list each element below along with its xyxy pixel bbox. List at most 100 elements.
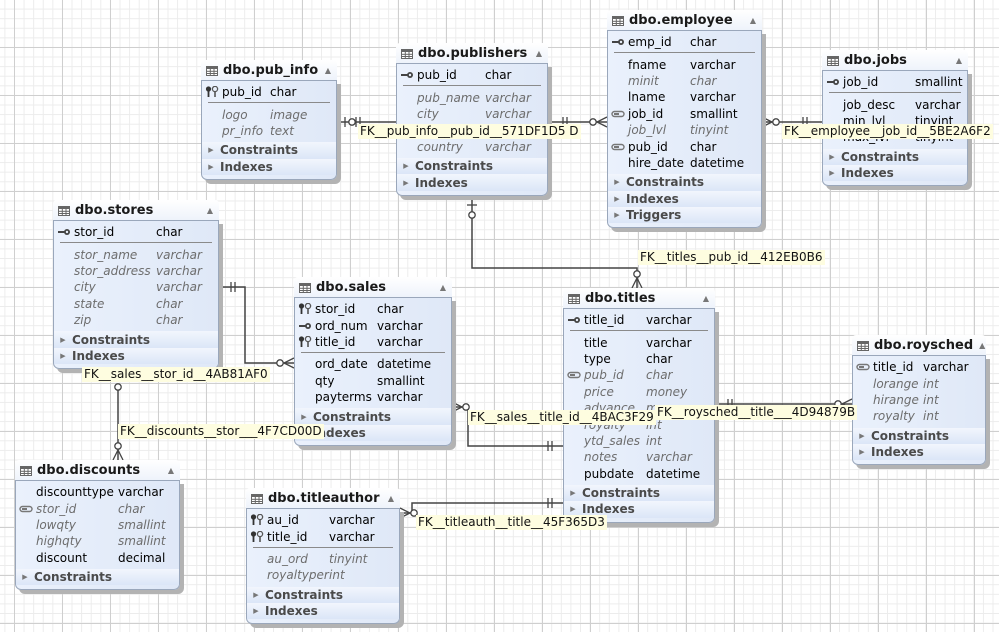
entity-header[interactable]: dbo.employee ▲ <box>607 10 762 30</box>
entity-header[interactable]: dbo.pub_info ▲ <box>201 60 337 80</box>
section-indexes[interactable]: ▶ Indexes <box>853 443 985 461</box>
collapse-icon[interactable]: ▲ <box>750 16 756 25</box>
fk-label-titles-publishers[interactable]: FK__titles__pub_id__412EB0B6 <box>638 250 825 265</box>
section-indexes[interactable]: ▶ Indexes <box>608 190 761 207</box>
column-row[interactable]: hire_date datetime <box>608 155 761 171</box>
section-constraints[interactable]: ▶ Constraints <box>397 157 547 175</box>
collapse-icon[interactable]: ▲ <box>207 206 213 215</box>
section-constraints[interactable]: ▶ Constraints <box>247 586 399 603</box>
column-row[interactable]: emp_id char <box>608 34 761 50</box>
column-row[interactable]: lorange int <box>853 375 985 391</box>
fk-label-pub-info-publishers[interactable]: FK__pub_info__pub_id__571DF1D5 D <box>358 124 581 139</box>
column-row[interactable]: city varchar <box>397 106 547 122</box>
column-row[interactable]: highqty smallint <box>16 533 179 549</box>
entity-employee[interactable]: dbo.employee ▲ emp_id char fname varchar minit… <box>607 10 762 229</box>
section-constraints[interactable]: ▶ Constraints <box>202 142 336 159</box>
column-row[interactable]: pubdate datetime <box>564 466 714 482</box>
column-row[interactable]: pub_id char <box>564 367 714 383</box>
column-row[interactable]: ord_date datetime <box>295 356 451 372</box>
entity-roysched[interactable]: dbo.roysched ▲ title_id varchar lorange int hi… <box>852 335 986 466</box>
column-row[interactable]: lowqty smallint <box>16 517 179 533</box>
column-row[interactable]: discount decimal <box>16 550 179 566</box>
column-row[interactable]: title_id varchar <box>564 312 714 328</box>
column-row[interactable]: job_id smallint <box>823 74 967 90</box>
section-indexes[interactable]: ▶ Indexes <box>202 158 336 175</box>
collapse-icon[interactable]: ▲ <box>388 494 394 503</box>
column-row[interactable]: stor_id char <box>54 224 218 240</box>
entity-header[interactable]: dbo.sales ▲ <box>294 277 452 297</box>
section-triggers[interactable]: ▶ Triggers <box>608 206 761 224</box>
fk-label-sales-titles[interactable]: FK__sales__title_id__4BAC3F29 <box>468 410 656 425</box>
entity-header[interactable]: dbo.discounts ▲ <box>15 460 180 480</box>
entity-header[interactable]: dbo.titles ▲ <box>563 288 715 308</box>
entity-header[interactable]: dbo.titleauthor ▲ <box>246 488 400 508</box>
column-row[interactable]: qty smallint <box>295 373 451 389</box>
column-row[interactable]: price money <box>564 384 714 400</box>
section-constraints[interactable]: ▶ Constraints <box>54 331 218 348</box>
collapse-icon[interactable]: ▲ <box>536 49 542 58</box>
section-constraints[interactable]: ▶ Constraints <box>608 174 761 191</box>
column-row[interactable]: ord_num varchar <box>295 317 451 333</box>
entity-titleauthor[interactable]: dbo.titleauthor ▲ au_id varchar title_id varc… <box>246 488 400 625</box>
relationship-line-sales-stores[interactable] <box>219 286 294 364</box>
column-row[interactable]: title_id varchar <box>853 359 985 375</box>
collapse-icon[interactable]: ▲ <box>440 283 446 292</box>
entity-header[interactable]: dbo.publishers ▲ <box>396 43 548 63</box>
entity-discounts[interactable]: dbo.discounts ▲ discounttype varchar stor_id… <box>15 460 180 591</box>
section-indexes[interactable]: ▶ Indexes <box>247 602 399 620</box>
entity-stores[interactable]: dbo.stores ▲ stor_id char stor_name varchar st… <box>53 200 219 370</box>
column-row[interactable]: country varchar <box>397 139 547 155</box>
section-constraints[interactable]: ▶ Constraints <box>564 484 714 502</box>
column-row[interactable]: job_desc varchar <box>823 96 967 112</box>
column-row[interactable]: royalty int <box>853 408 985 424</box>
column-row[interactable]: title_id varchar <box>247 528 399 544</box>
section-constraints[interactable]: ▶ Constraints <box>16 568 179 586</box>
section-constraints[interactable]: ▶ Constraints <box>823 148 967 165</box>
column-row[interactable]: hirange int <box>853 392 985 408</box>
section-indexes[interactable]: ▶ Indexes <box>397 174 547 191</box>
column-row[interactable]: minit char <box>608 73 761 89</box>
section-constraints[interactable]: ▶ Constraints <box>295 408 451 425</box>
relationship-line-titleauthor-titles[interactable] <box>400 502 563 514</box>
column-row[interactable]: pub_id char <box>397 67 547 83</box>
column-row[interactable]: title_id varchar <box>295 334 451 350</box>
column-row[interactable]: lname varchar <box>608 89 761 105</box>
fk-label-sales-stores[interactable]: FK__sales__stor_id__4AB81AF0 <box>82 367 270 382</box>
column-row[interactable]: au_id varchar <box>247 512 399 528</box>
column-row[interactable]: notes varchar <box>564 449 714 465</box>
column-row[interactable]: ytd_sales int <box>564 433 714 449</box>
fk-label-titleauthor-titles[interactable]: FK__titleauth__title__45F365D3 <box>416 515 607 530</box>
entity-header[interactable]: dbo.stores ▲ <box>53 200 219 220</box>
column-row[interactable]: pub_name varchar <box>397 89 547 105</box>
column-row[interactable]: stor_id char <box>295 301 451 317</box>
collapse-icon[interactable]: ▲ <box>979 341 985 350</box>
column-row[interactable]: logo image <box>202 106 336 122</box>
column-row[interactable]: job_id smallint <box>608 106 761 122</box>
collapse-icon[interactable]: ▲ <box>956 56 962 65</box>
section-constraints[interactable]: ▶ Constraints <box>853 427 985 444</box>
entity-pub-info[interactable]: dbo.pub_info ▲ pub_id char logo image pr_info t… <box>201 60 337 180</box>
entity-header[interactable]: dbo.jobs ▲ <box>822 50 968 70</box>
fk-label-roysched-titles[interactable]: FK__roysched__title___4D94879B <box>655 405 858 420</box>
column-row[interactable]: stor_name varchar <box>54 246 218 262</box>
section-indexes[interactable]: ▶ Indexes <box>54 347 218 365</box>
column-row[interactable]: type char <box>564 351 714 367</box>
column-row[interactable]: zip char <box>54 312 218 328</box>
column-row[interactable]: pub_id char <box>202 84 336 100</box>
column-row[interactable]: fname varchar <box>608 56 761 72</box>
column-row[interactable]: stor_address varchar <box>54 263 218 279</box>
column-row[interactable]: royaltyper int <box>247 567 399 583</box>
entity-publishers[interactable]: dbo.publishers ▲ pub_id char pub_name varchar… <box>396 43 548 196</box>
entity-header[interactable]: dbo.roysched ▲ <box>852 335 986 355</box>
column-row[interactable]: city varchar <box>54 279 218 295</box>
fk-label-employee-jobs[interactable]: FK__employee__job_id__5BE2A6F2 <box>782 124 993 139</box>
entity-sales[interactable]: dbo.sales ▲ stor_id char ord_num varchar title… <box>294 277 452 447</box>
column-row[interactable]: pub_id char <box>608 138 761 154</box>
fk-label-discounts-stores[interactable]: FK__discounts__stor___4F7CD00D <box>118 424 324 439</box>
collapse-icon[interactable]: ▲ <box>325 66 331 75</box>
column-row[interactable]: job_lvl tinyint <box>608 122 761 138</box>
column-row[interactable]: stor_id char <box>16 500 179 516</box>
column-row[interactable]: payterms varchar <box>295 389 451 405</box>
column-row[interactable]: state char <box>54 296 218 312</box>
column-row[interactable]: pr_info text <box>202 123 336 139</box>
